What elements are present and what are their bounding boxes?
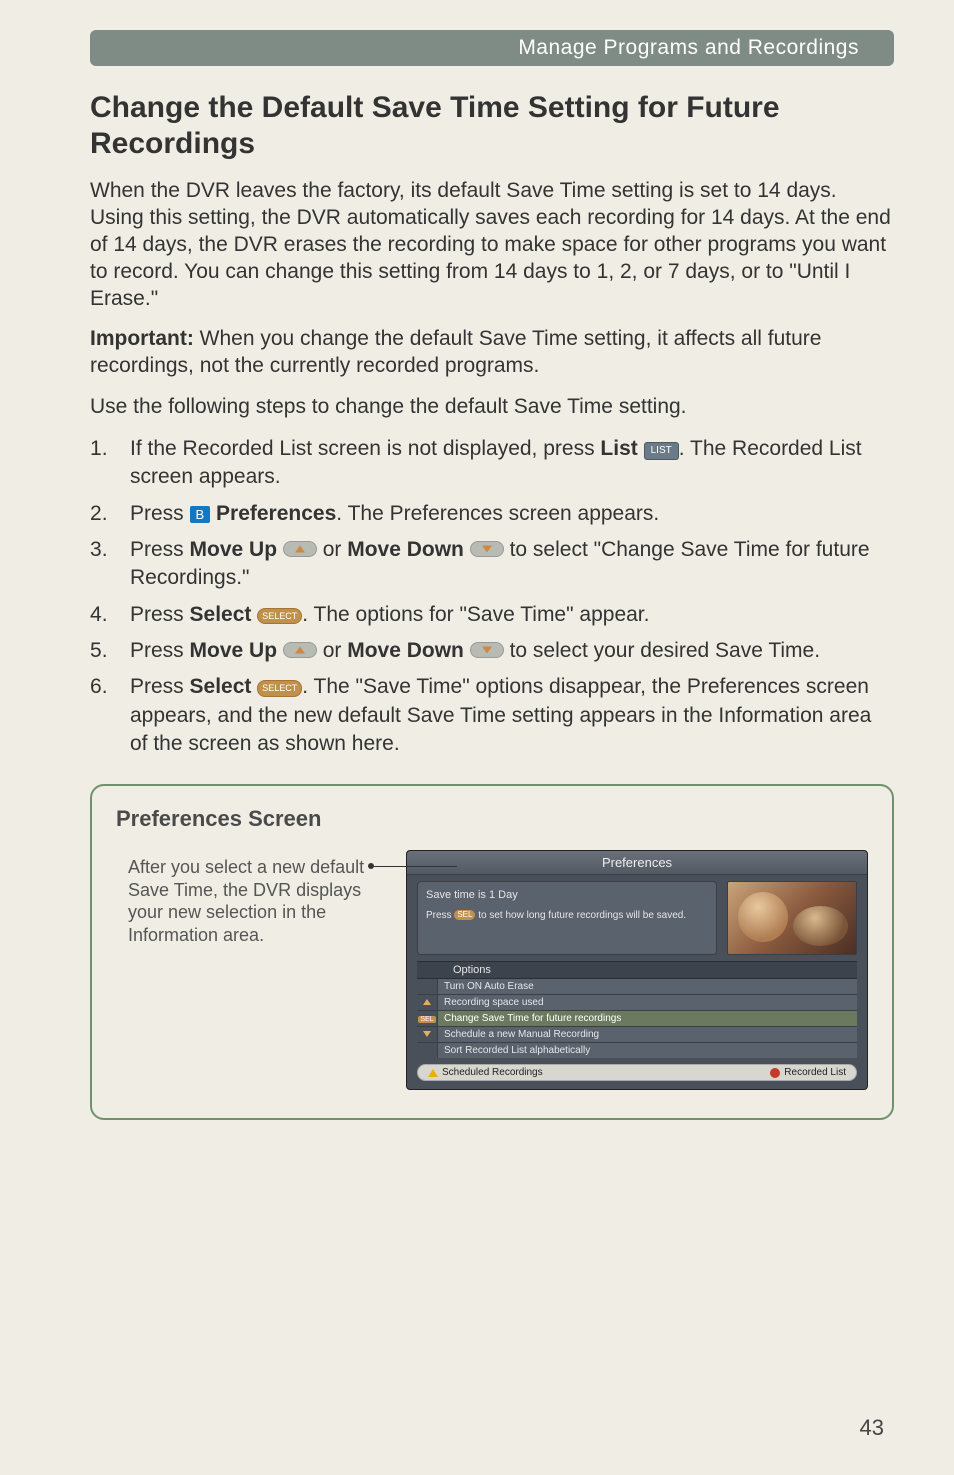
options-list: Turn ON Auto Erase Recording space used … xyxy=(417,979,857,1058)
tv-footer-bar: Scheduled Recordings Recorded List xyxy=(417,1064,857,1081)
tv-screenshot: Preferences Save time is 1 Day Press SEL… xyxy=(406,850,868,1090)
option-row-selected: SEL Change Save Time for future recordin… xyxy=(417,1010,857,1026)
step-2: Press B Preferences. The Preferences scr… xyxy=(90,500,894,528)
option-row: Sort Recorded List alphabetically xyxy=(417,1042,857,1058)
video-thumbnail xyxy=(727,881,857,955)
information-area: Save time is 1 Day Press SEL to set how … xyxy=(417,881,717,955)
intro-paragraph: When the DVR leaves the factory, its def… xyxy=(90,178,894,312)
step-1: If the Recorded List screen is not displ… xyxy=(90,435,894,492)
preferences-screen-figure: Preferences Screen After you select a ne… xyxy=(90,784,894,1120)
footer-recorded-list: Recorded List xyxy=(770,1067,846,1078)
important-note: Important: When you change the default S… xyxy=(90,326,894,380)
red-c-icon xyxy=(770,1068,780,1078)
step-4: Press Select SELECT. The options for "Sa… xyxy=(90,601,894,629)
option-row: Turn ON Auto Erase xyxy=(417,979,857,994)
down-arrow-icon xyxy=(423,1031,431,1037)
info-instruction: Press SEL to set how long future recordi… xyxy=(426,909,708,922)
move-down-icon xyxy=(470,541,504,557)
select-button-icon: SELECT xyxy=(257,680,302,696)
page-number: 43 xyxy=(860,1415,884,1441)
footer-scheduled-recordings: Scheduled Recordings xyxy=(428,1067,543,1078)
steps-list: If the Recorded List screen is not displ… xyxy=(90,435,894,758)
move-up-icon xyxy=(283,541,317,557)
chapter-title: Manage Programs and Recordings xyxy=(518,36,859,59)
figure-title: Preferences Screen xyxy=(116,806,868,832)
chapter-header: Manage Programs and Recordings xyxy=(90,30,894,66)
option-row: Schedule a new Manual Recording xyxy=(417,1026,857,1042)
page-title: Change the Default Save Time Setting for… xyxy=(90,90,894,162)
option-row: Recording space used xyxy=(417,994,857,1010)
options-header: Options xyxy=(417,961,857,979)
important-label: Important: xyxy=(90,327,194,350)
step-3: Press Move Up or Move Down to select "Ch… xyxy=(90,536,894,593)
save-time-line: Save time is 1 Day xyxy=(426,888,708,902)
callout-leader-line xyxy=(371,866,457,867)
important-text: When you change the default Save Time se… xyxy=(90,327,821,377)
step-6: Press Select SELECT. The "Save Time" opt… xyxy=(90,673,894,758)
move-up-icon xyxy=(283,642,317,658)
select-button-icon: SELECT xyxy=(257,608,302,624)
sel-icon: SEL xyxy=(418,1016,435,1023)
sel-icon: SEL xyxy=(454,910,475,920)
up-arrow-icon xyxy=(423,999,431,1005)
triangle-a-icon xyxy=(428,1069,438,1077)
lead-in: Use the following steps to change the de… xyxy=(90,394,894,421)
tv-panel-title: Preferences xyxy=(407,851,867,875)
b-button-icon: B xyxy=(190,506,211,524)
step-5: Press Move Up or Move Down to select you… xyxy=(90,637,894,665)
move-down-icon xyxy=(470,642,504,658)
list-button-icon: LIST xyxy=(644,442,679,460)
figure-callout: After you select a new default Save Time… xyxy=(116,850,396,1090)
